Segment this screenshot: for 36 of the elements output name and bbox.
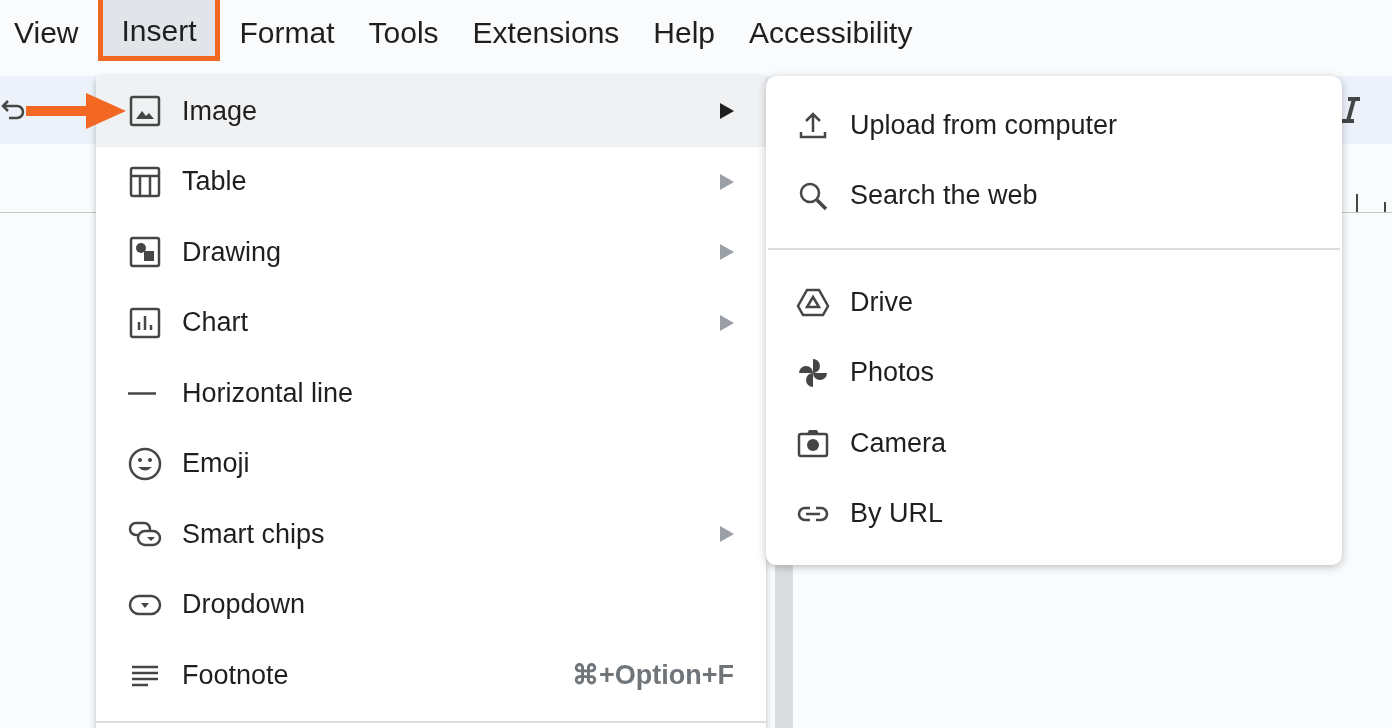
emoji-icon — [128, 446, 162, 481]
menu-option[interactable]: Image — [96, 76, 766, 147]
submenu-arrow-icon — [720, 173, 734, 190]
menu-option[interactable]: Camera — [766, 408, 1342, 479]
menu-item[interactable]: Help — [639, 3, 730, 63]
menu-option[interactable]: Photos — [766, 337, 1342, 408]
menu-option[interactable]: Search the web — [766, 160, 1342, 231]
menu-option[interactable]: Table — [96, 146, 766, 217]
menu-option[interactable]: Smart chips — [96, 499, 766, 570]
menu-item[interactable]: View — [0, 3, 93, 63]
menu-option[interactable]: Chart — [96, 287, 766, 358]
italic-icon[interactable] — [1340, 96, 1362, 124]
scrollbar[interactable] — [775, 564, 793, 728]
menu-option[interactable]: Drive — [766, 267, 1342, 338]
menu-item[interactable]: Tools — [354, 3, 453, 63]
menu-option[interactable]: By URL — [766, 478, 1342, 549]
menu-option[interactable]: Dropdown — [96, 569, 766, 640]
image-icon — [128, 94, 162, 129]
menu-item[interactable]: Accessibility — [735, 3, 927, 63]
submenu-arrow-icon — [720, 314, 734, 331]
table-icon — [128, 164, 162, 199]
shortcut-text: ⌘+Option+F — [572, 659, 734, 692]
menu-item[interactable]: Extensions — [458, 3, 634, 63]
menu-option[interactable]: Horizontal line — [96, 358, 766, 429]
menu-option[interactable]: Footnote ⌘+Option+F — [96, 640, 766, 711]
menu-option[interactable]: Emoji — [96, 428, 766, 499]
line-icon — [128, 391, 156, 395]
submenu-arrow-icon — [720, 526, 734, 543]
menu-item[interactable]: Insert — [98, 0, 220, 61]
menu-option[interactable]: Upload from computer — [766, 90, 1342, 161]
chart-icon — [128, 305, 162, 340]
submenu-arrow-icon — [720, 244, 734, 261]
drawing-icon — [128, 235, 162, 270]
submenu-arrow-icon — [720, 103, 734, 120]
menu-item[interactable]: Format — [225, 3, 349, 63]
menu-option[interactable]: Drawing — [96, 217, 766, 288]
